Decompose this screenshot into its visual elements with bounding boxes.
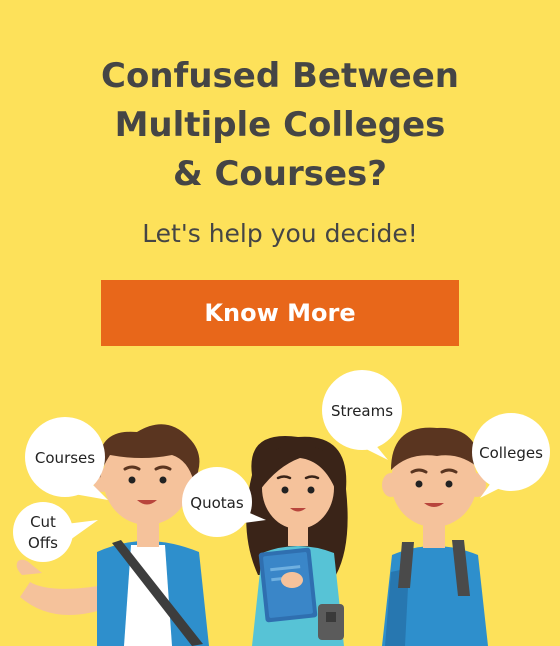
students-illustration: Courses Cut Offs Quotas Streams Colleges — [13, 370, 550, 646]
girl-figure — [246, 436, 348, 646]
bubble-courses-label: Courses — [35, 449, 95, 467]
bubble-cut-offs-line-1: Cut — [30, 513, 56, 531]
headline-line-3: & Courses? — [172, 154, 388, 194]
bubble-streams-label: Streams — [331, 402, 393, 420]
bubble-colleges-label: Colleges — [479, 444, 543, 462]
bubble-cut-offs: Cut Offs — [13, 502, 98, 562]
right-boy-figure — [382, 427, 488, 646]
headline-line-1: Confused Between — [101, 56, 459, 96]
promo-banner: Confused Between Multiple Colleges & Cou… — [0, 0, 560, 646]
know-more-button[interactable]: Know More — [101, 280, 459, 346]
bubble-cut-offs-line-2: Offs — [28, 534, 58, 552]
bubble-quotas-label: Quotas — [190, 494, 244, 512]
subtitle: Let's help you decide! — [142, 219, 418, 248]
headline: Confused Between Multiple Colleges & Cou… — [0, 52, 560, 199]
headline-line-2: Multiple Colleges — [114, 105, 446, 145]
